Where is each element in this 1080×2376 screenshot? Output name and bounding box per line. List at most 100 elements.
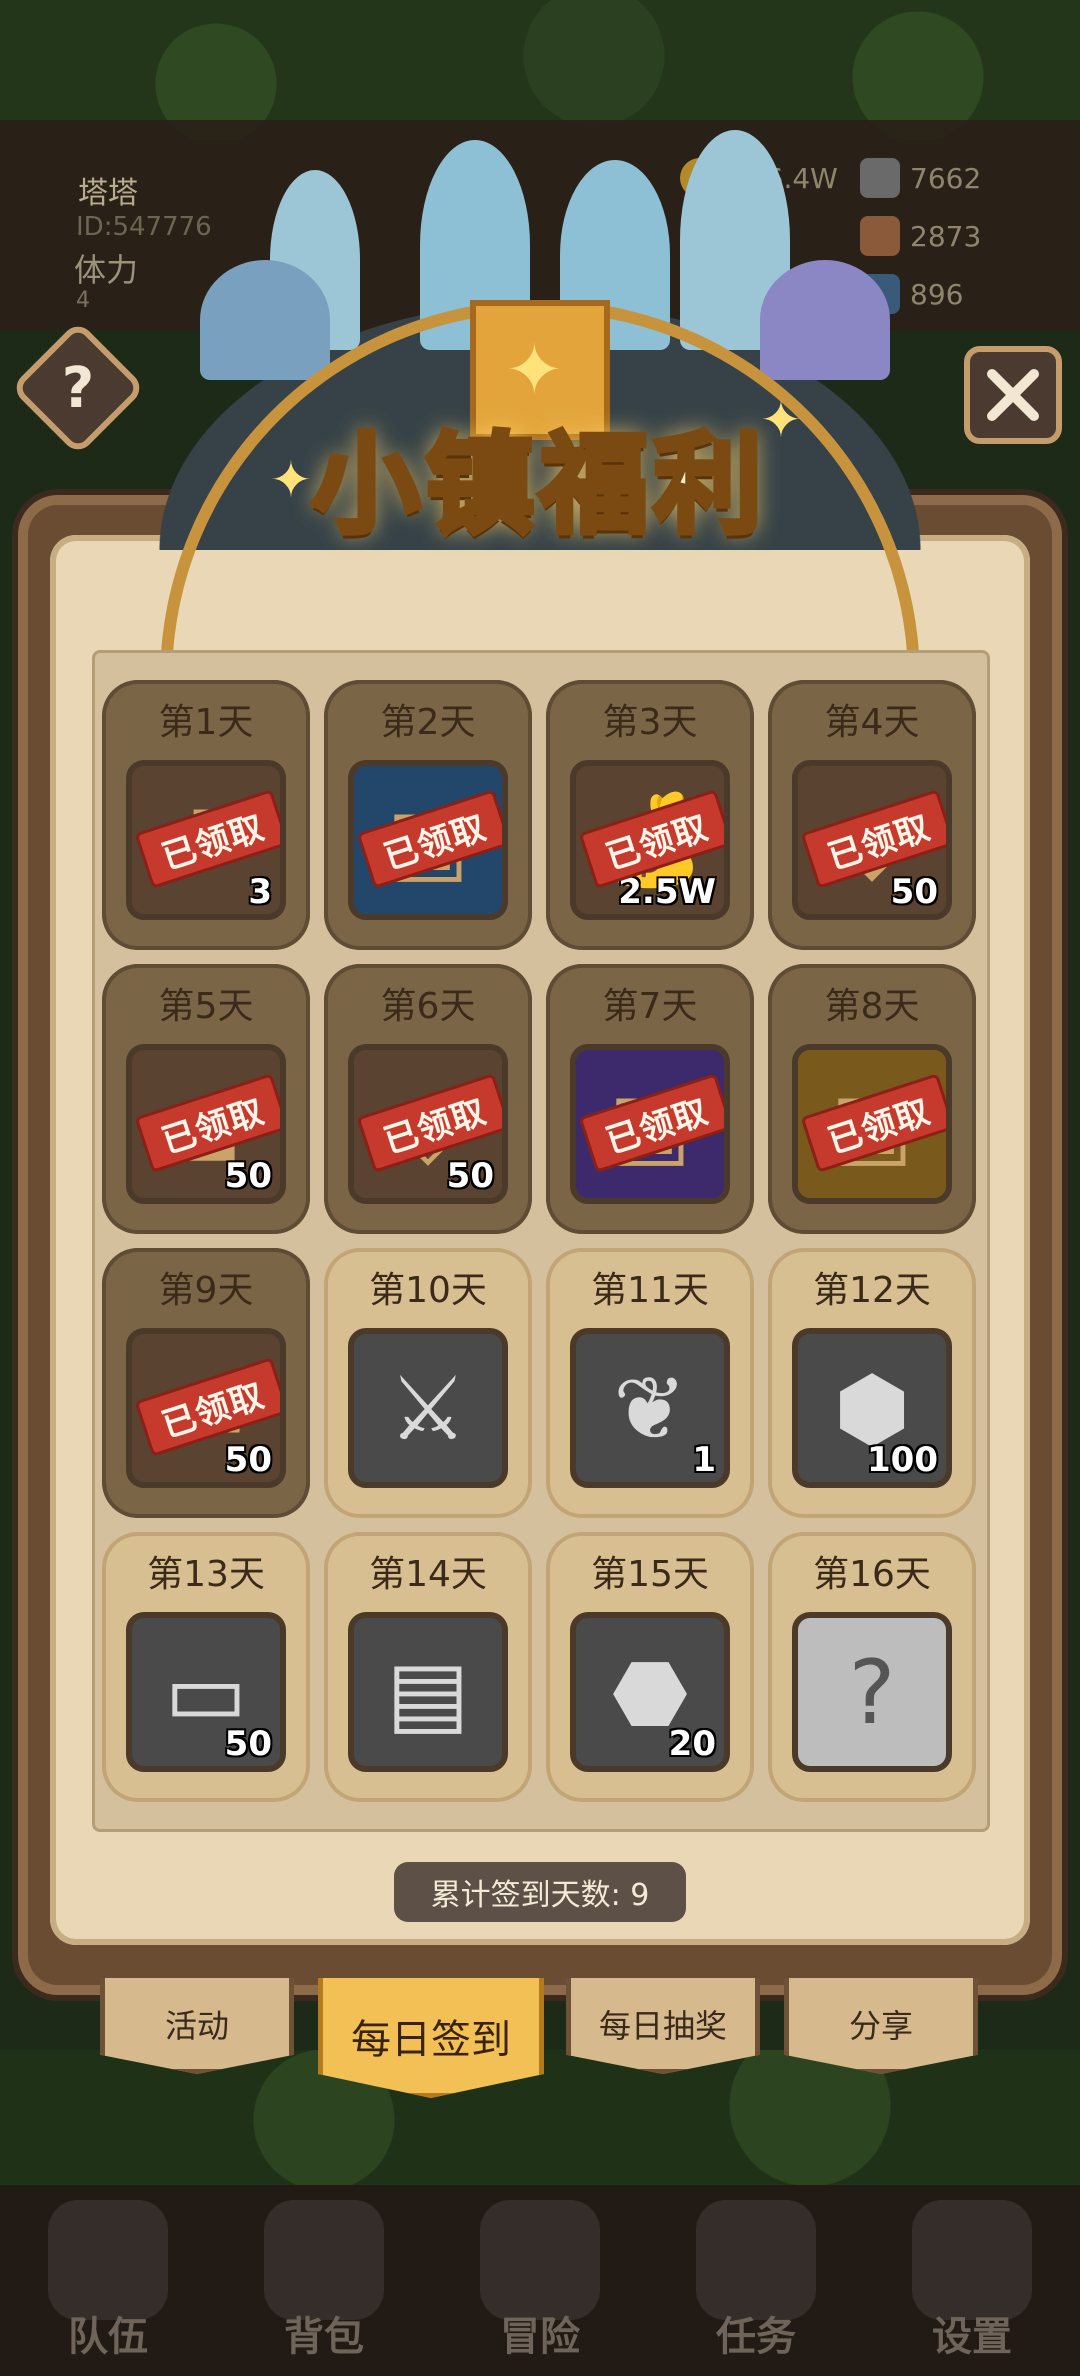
- tab-daily-lottery[interactable]: 每日抽奖: [566, 1978, 760, 2074]
- reward-item: ▣已领取: [570, 1044, 730, 1204]
- day-cell[interactable]: 第8天 ▣已领取: [768, 964, 976, 1234]
- backpack-icon: [264, 2200, 384, 2320]
- day-label: 第6天: [380, 986, 476, 1027]
- day-label: 第16天: [813, 1554, 931, 1595]
- reward-item: ?: [792, 1612, 952, 1772]
- tab-daily-signin-label: 每日签到: [351, 2016, 511, 2063]
- day-cell[interactable]: 第3天 💰2.5W已领取: [546, 680, 754, 950]
- day-label: 第14天: [369, 1554, 487, 1595]
- day-label: 第8天: [824, 986, 920, 1027]
- tab-daily-signin[interactable]: 每日签到: [318, 1978, 544, 2098]
- day-label: 第9天: [158, 1270, 254, 1311]
- day-cell[interactable]: 第5天 ◼50已领取: [102, 964, 310, 1234]
- day-label: 第4天: [824, 702, 920, 743]
- crossed-hammers-icon: [987, 369, 1039, 421]
- reward-item: ▣已领取: [792, 1044, 952, 1204]
- panel-title: 小镇福利: [309, 420, 768, 551]
- reward-item: ⚔: [348, 1328, 508, 1488]
- resource-copper: 2873: [860, 214, 981, 258]
- day-label: 第2天: [380, 702, 476, 743]
- sword-icon: ⚔: [388, 1356, 468, 1460]
- reward-item: ⬢ 100: [792, 1328, 952, 1488]
- nav-quests[interactable]: 任务: [666, 2192, 846, 2362]
- day-label: 第15天: [591, 1554, 709, 1595]
- nav-backpack-label: 背包: [284, 2314, 364, 2360]
- nav-settings-label: 设置: [932, 2314, 1012, 2360]
- bottom-navigation: 队伍 背包 冒险 任务 设置: [0, 2185, 1080, 2376]
- item-count: 3: [248, 872, 272, 912]
- stamina-value: 4: [76, 288, 90, 313]
- reward-item: ◼50已领取: [126, 1044, 286, 1204]
- player-id: ID:547776: [76, 212, 212, 242]
- nav-adventure[interactable]: 冒险: [450, 2192, 630, 2362]
- tab-share[interactable]: 分享: [784, 1978, 978, 2074]
- day-cell[interactable]: 第1天 ⚱3已领取: [102, 680, 310, 950]
- day-cell[interactable]: 第2天 ▣已领取: [324, 680, 532, 950]
- day-cell[interactable]: 第7天 ▣已领取: [546, 964, 754, 1234]
- nav-quests-label: 任务: [716, 2314, 796, 2360]
- item-count: 50: [224, 1724, 272, 1764]
- item-count: 50: [446, 1156, 494, 1196]
- item-count: 100: [867, 1440, 938, 1480]
- day-label: 第13天: [147, 1554, 265, 1595]
- nav-adventure-label: 冒险: [500, 2314, 580, 2360]
- reward-item: ▣已领取: [348, 760, 508, 920]
- item-count: 50: [224, 1440, 272, 1480]
- resource-gem-value: 896: [910, 277, 964, 311]
- reward-item: ▬50已领取: [126, 1328, 286, 1488]
- day-label: 第10天: [369, 1270, 487, 1311]
- question-icon: ?: [61, 355, 95, 421]
- copper-ore-icon: [860, 216, 900, 256]
- quest-icon: [696, 2200, 816, 2320]
- day-label: 第11天: [591, 1270, 709, 1311]
- day-cell[interactable]: 第6天 ◈50已领取: [324, 964, 532, 1234]
- nav-team[interactable]: 队伍: [18, 2192, 198, 2362]
- reward-item: ❦ 1: [570, 1328, 730, 1488]
- item-count: 50: [890, 872, 938, 912]
- day-label: 第1天: [158, 702, 254, 743]
- item-count: 20: [668, 1724, 716, 1764]
- resource-copper-value: 2873: [910, 219, 982, 253]
- reward-item: 💰2.5W已领取: [570, 760, 730, 920]
- mystery-box-icon: ?: [848, 1640, 896, 1744]
- day-cell[interactable]: 第9天 ▬50已领取: [102, 1248, 310, 1518]
- nav-backpack[interactable]: 背包: [234, 2192, 414, 2362]
- day-cell[interactable]: 第10天 ⚔: [324, 1248, 532, 1518]
- tab-daily-lottery-label: 每日抽奖: [598, 2006, 727, 2045]
- day-label: 第12天: [813, 1270, 931, 1311]
- day-cell[interactable]: 第14天 ▤: [324, 1532, 532, 1802]
- close-button[interactable]: [964, 346, 1062, 444]
- reward-item: ⚱3已领取: [126, 760, 286, 920]
- backpack-icon: ▤: [386, 1640, 470, 1744]
- crossed-swords-icon: [480, 2200, 600, 2320]
- day-cell[interactable]: 第12天 ⬢ 100: [768, 1248, 976, 1518]
- helmet-icon: [48, 2200, 168, 2320]
- day-label: 第3天: [602, 702, 698, 743]
- reward-item: ⬣ 20: [570, 1612, 730, 1772]
- day-cell[interactable]: 第11天 ❦ 1: [546, 1248, 754, 1518]
- day-label: 第5天: [158, 986, 254, 1027]
- forest-background: [0, 0, 1080, 140]
- total-signin-days: 累计签到天数: 9: [394, 1862, 686, 1922]
- nav-settings[interactable]: 设置: [882, 2192, 1062, 2362]
- resource-iron-value: 7662: [910, 161, 982, 195]
- reward-item: ▭ 50: [126, 1612, 286, 1772]
- day-cell[interactable]: 第13天 ▭ 50: [102, 1532, 310, 1802]
- resource-iron: 7662: [860, 156, 981, 200]
- day-label: 第7天: [602, 986, 698, 1027]
- leaf-decoration: [200, 260, 330, 380]
- tab-activities[interactable]: 活动: [100, 1978, 294, 2074]
- day-cell[interactable]: 第4天 ◆50已领取: [768, 680, 976, 950]
- iron-ingot-icon: [860, 158, 900, 198]
- nav-team-label: 队伍: [68, 2314, 148, 2360]
- gear-icon: [912, 2200, 1032, 2320]
- item-count: 50: [224, 1156, 272, 1196]
- tab-activities-label: 活动: [164, 2006, 229, 2045]
- reward-item: ◆50已领取: [792, 760, 952, 920]
- day-cell[interactable]: 第16天?: [768, 1532, 976, 1802]
- leaf-decoration: [760, 260, 890, 380]
- day-cell[interactable]: 第15天 ⬣ 20: [546, 1532, 754, 1802]
- item-count: 1: [692, 1440, 716, 1480]
- item-count: 2.5W: [618, 872, 716, 912]
- stamina-label: 体力: [74, 251, 139, 289]
